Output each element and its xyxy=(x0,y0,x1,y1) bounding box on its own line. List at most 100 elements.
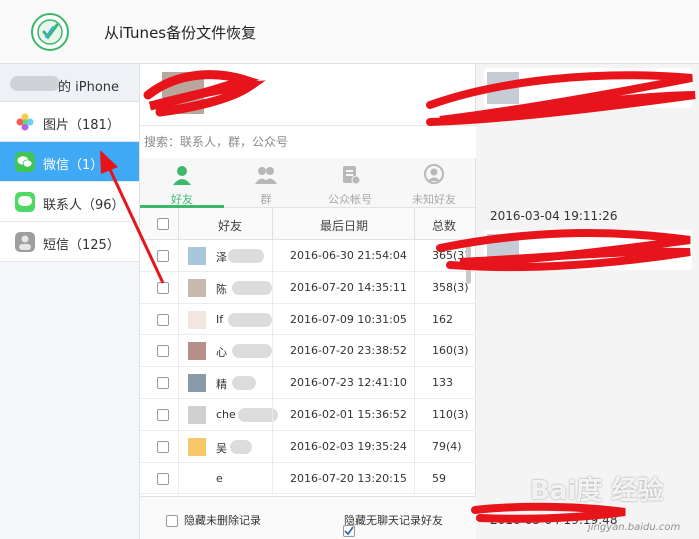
message-timestamp: 2016-03-04 19:11:26 xyxy=(490,209,618,223)
column-divider xyxy=(178,240,179,272)
table-row[interactable]: che 2016-02-01 15:36:52 110(3) xyxy=(140,398,476,431)
avatar xyxy=(188,405,206,424)
table-row[interactable]: 吴 2016-02-03 19:35:24 79(4) xyxy=(140,430,476,463)
name-redacted xyxy=(230,439,252,454)
last-date: 2016-07-20 23:38:52 xyxy=(290,344,407,358)
row-checkbox[interactable] xyxy=(157,408,169,421)
sidebar-item-wechat[interactable]: 微信（1） xyxy=(0,142,139,182)
message-total: 162 xyxy=(432,312,453,326)
select-all-checkbox[interactable] xyxy=(157,218,169,230)
avatar xyxy=(188,247,206,265)
table-row[interactable]: 泽 2016-06-30 21:54:04 365(3) xyxy=(140,240,476,272)
tab-label: 群 xyxy=(260,193,272,206)
friend-name: 吴 xyxy=(216,441,227,455)
column-divider xyxy=(178,303,179,336)
device-row[interactable]: 的 iPhone xyxy=(0,64,139,102)
message-total: 59 xyxy=(432,471,446,485)
avatar xyxy=(188,278,206,297)
column-header-total[interactable]: 总数 xyxy=(432,217,456,234)
tab-official-accounts[interactable]: 公众帐号 xyxy=(308,158,392,208)
sidebar-item-label: 短信（125） xyxy=(43,238,120,253)
friend-table-body: 泽 2016-06-30 21:54:04 365(3) 陈 2016-07-2… xyxy=(140,240,476,496)
column-divider xyxy=(272,430,273,463)
column-divider xyxy=(414,335,415,368)
column-divider xyxy=(414,271,415,304)
hide-undeleted-checkbox[interactable] xyxy=(166,515,178,527)
account-profile xyxy=(140,64,475,126)
message-total: 160(3) xyxy=(432,344,469,358)
photos-icon xyxy=(15,112,35,132)
last-date: 2016-07-23 12:41:10 xyxy=(290,376,407,390)
sidebar-item-contacts[interactable]: 联系人（96） xyxy=(0,182,139,222)
row-checkbox[interactable] xyxy=(157,281,169,294)
column-divider xyxy=(178,398,179,431)
tab-label: 好友 xyxy=(171,193,193,206)
tab-groups[interactable]: 群 xyxy=(224,158,308,208)
avatar xyxy=(188,342,206,361)
row-checkbox[interactable] xyxy=(157,313,169,326)
avatar xyxy=(188,469,206,488)
table-row[interactable]: 陈 2016-07-20 14:35:11 358(3) xyxy=(140,271,476,304)
official-account-icon xyxy=(343,166,361,185)
sidebar-item-label: 微信（1） xyxy=(43,158,104,173)
sidebar-item-label: 图片（181） xyxy=(43,118,120,133)
last-date: 2016-02-03 19:35:24 xyxy=(290,439,407,453)
message-total: 365(3) xyxy=(432,249,469,262)
name-redacted xyxy=(228,249,264,263)
column-divider xyxy=(414,398,415,431)
check-icon xyxy=(344,526,354,536)
sidebar-item-sms[interactable]: 短信（125） xyxy=(0,222,139,262)
column-header-friend[interactable]: 好友 xyxy=(218,217,242,234)
friend-name: e xyxy=(216,471,223,485)
sidebar-item-photos[interactable]: 图片（181） xyxy=(0,102,139,142)
sidebar-item-label: 联系人（96） xyxy=(43,198,125,213)
last-date: 2016-07-20 14:35:11 xyxy=(290,280,407,294)
wechat-icon xyxy=(15,152,35,172)
app-logo-icon xyxy=(31,13,69,51)
table-row[interactable]: 心 2016-07-20 23:38:52 160(3) xyxy=(140,335,476,368)
friend-tabs: 好友 群 公众帐号 未知好友 xyxy=(140,158,475,208)
column-header-last-date[interactable]: 最后日期 xyxy=(320,217,368,234)
friend-name: che xyxy=(216,407,236,421)
search-bar xyxy=(140,126,476,158)
sidebar: 的 iPhone 图片（181） 微信（1） 联系人（96） 短信（125） xyxy=(0,64,140,539)
watermark: Bai度 经验 xyxy=(530,476,664,506)
row-checkbox[interactable] xyxy=(157,345,169,358)
hide-no-chat-option[interactable]: 隐藏无聊天记录好友 xyxy=(326,512,443,537)
table-row[interactable]: If 2016-07-09 10:31:05 162 xyxy=(140,303,476,336)
group-icon xyxy=(255,167,277,184)
avatar xyxy=(188,437,206,456)
column-divider xyxy=(272,367,273,400)
app-header: 从iTunes备份文件恢复 xyxy=(0,0,699,64)
column-divider xyxy=(272,335,273,368)
hide-no-chat-checkbox[interactable] xyxy=(343,525,355,537)
hide-undeleted-option[interactable]: 隐藏未删除记录 xyxy=(166,512,261,528)
avatar xyxy=(188,374,206,393)
row-checkbox[interactable] xyxy=(157,440,169,453)
column-divider xyxy=(178,208,179,240)
message-total: 358(3) xyxy=(432,280,469,294)
column-divider xyxy=(272,303,273,336)
table-row[interactable]: 精 2016-07-23 12:41:10 133 xyxy=(140,367,476,400)
name-redacted xyxy=(232,280,272,295)
avatar xyxy=(487,234,519,266)
column-divider xyxy=(414,462,415,495)
contacts-icon xyxy=(15,192,35,212)
search-input[interactable] xyxy=(140,126,476,158)
avatar[interactable] xyxy=(162,72,204,114)
tab-unknown-friends[interactable]: 未知好友 xyxy=(392,158,476,208)
tab-friends[interactable]: 好友 xyxy=(140,158,224,208)
friend-name: 心 xyxy=(216,346,227,360)
hide-undeleted-label: 隐藏未删除记录 xyxy=(184,514,261,527)
filter-options: 隐藏未删除记录 隐藏无聊天记录好友 xyxy=(140,496,476,539)
row-checkbox[interactable] xyxy=(157,250,169,262)
row-checkbox[interactable] xyxy=(157,377,169,390)
column-divider xyxy=(272,398,273,431)
person-icon xyxy=(173,166,191,185)
row-checkbox[interactable] xyxy=(157,472,169,485)
table-row[interactable]: e 2016-07-20 13:20:15 59 xyxy=(140,462,476,495)
avatar xyxy=(487,72,519,104)
message-total: 110(3) xyxy=(432,407,469,421)
table-scrollbar[interactable] xyxy=(466,244,471,284)
chat-message xyxy=(484,230,692,270)
